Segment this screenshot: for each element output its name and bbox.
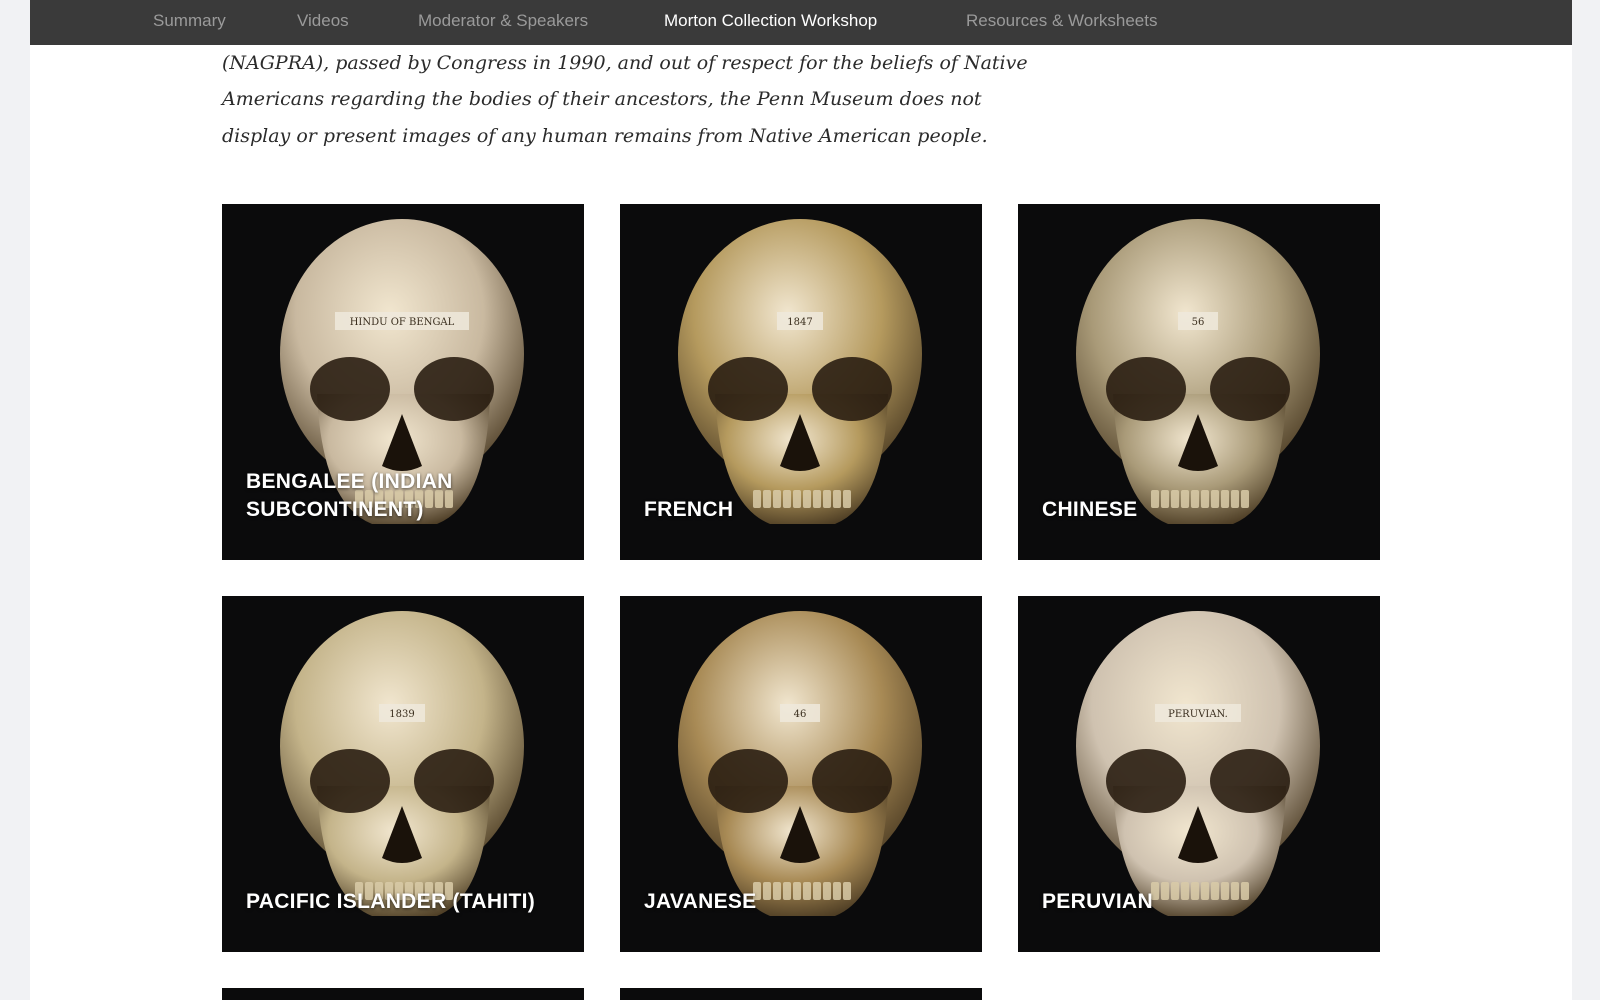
tile-label: Pacific Islander (Tahiti) — [246, 890, 536, 913]
svg-text:1847: 1847 — [787, 317, 812, 328]
nav-videos[interactable]: Videos — [297, 0, 349, 45]
svg-text:PERUVIAN.: PERUVIAN. — [1168, 709, 1228, 720]
svg-text:56: 56 — [1192, 317, 1205, 328]
nav-moderator-speakers[interactable]: Moderator & Speakers — [418, 0, 588, 45]
tile-label: Bengalee (Indian Subcontinent) — [246, 470, 453, 521]
gallery-tile-partial[interactable] — [620, 988, 982, 1000]
nav-resources-worksheets[interactable]: Resources & Worksheets — [966, 0, 1157, 45]
nav-summary[interactable]: Summary — [153, 0, 226, 45]
svg-text:HINDU OF BENGAL: HINDU OF BENGAL — [350, 317, 455, 328]
nav-morton-collection-workshop[interactable]: Morton Collection Workshop — [664, 0, 877, 45]
gallery-tile-chinese[interactable]: 56 Chinese — [1018, 204, 1380, 560]
gallery-tile-javanese[interactable]: 46 Javanese — [620, 596, 982, 952]
top-navigation: Summary Videos Moderator & Speakers Mort… — [30, 0, 1572, 45]
gallery-tile-partial[interactable] — [222, 988, 584, 1000]
svg-text:1839: 1839 — [389, 709, 414, 720]
gallery-tile-peruvian[interactable]: PERUVIAN. Peruvian — [1018, 596, 1380, 952]
gallery-tile-bengalee[interactable]: HINDU OF BENGAL Bengalee (Indian Subcont… — [222, 204, 584, 560]
gallery-tile-pacific-islander[interactable]: 1839 Pacific Islander (Tahiti) — [222, 596, 584, 952]
tile-label: Javanese — [644, 890, 757, 913]
tile-label: Chinese — [1042, 498, 1138, 521]
tile-label: Peruvian — [1042, 890, 1153, 913]
tile-label: French — [644, 498, 734, 521]
gallery-tile-french[interactable]: 1847 French — [620, 204, 982, 560]
svg-text:46: 46 — [794, 709, 807, 720]
